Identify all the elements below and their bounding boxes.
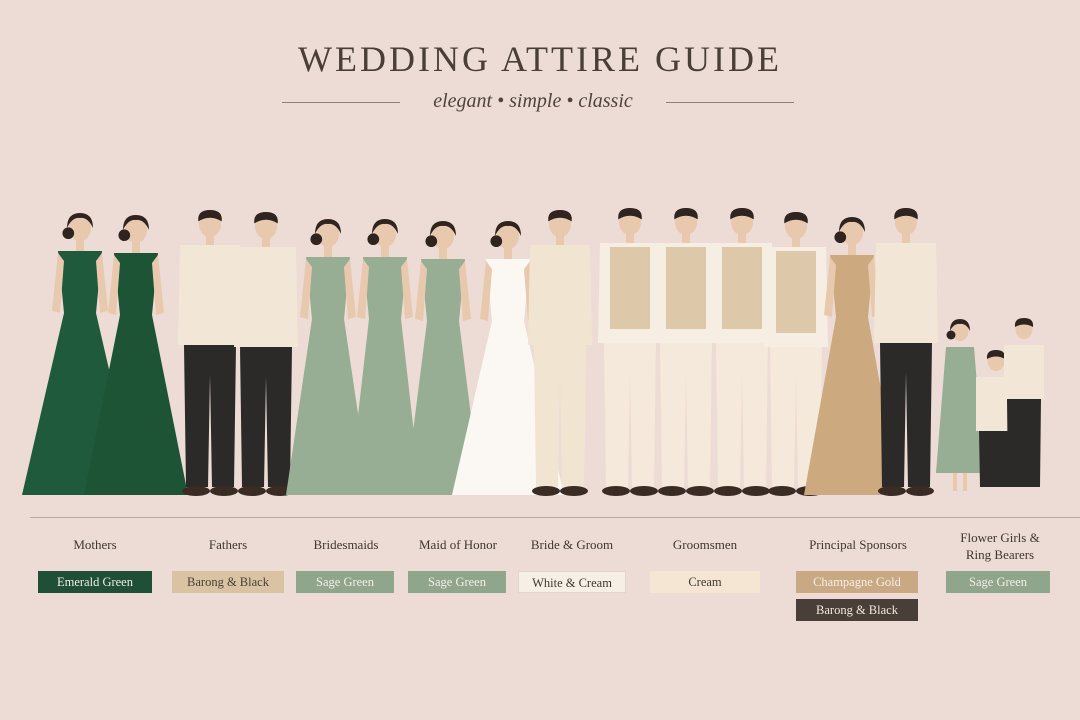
group-label-groomsmen: Groomsmen	[672, 537, 738, 552]
neck	[504, 247, 512, 261]
group-label-bridesmaids: Bridesmaids	[313, 537, 379, 552]
group-label-principal-sponsors: Principal Sponsors	[809, 537, 907, 552]
attire-illustration	[22, 208, 1044, 496]
shoe	[532, 486, 560, 496]
hair-bun	[310, 233, 323, 246]
arm	[480, 261, 492, 321]
hair-bun	[425, 235, 438, 248]
leg	[953, 473, 957, 491]
group-label-flower-girls-ring-bearers: Flower Girls & Ring Bearers	[940, 529, 1060, 563]
arm	[401, 259, 413, 319]
arm	[357, 259, 369, 319]
leg	[963, 473, 967, 491]
group-label-line: Ring Bearers	[965, 547, 1035, 562]
shoe	[714, 486, 742, 496]
group-label-mothers: Mothers	[73, 537, 117, 552]
neck	[132, 241, 140, 255]
swatch-cream: Cream	[650, 571, 760, 593]
vest	[666, 247, 706, 329]
vest	[776, 251, 816, 333]
shoe	[658, 486, 686, 496]
neck	[439, 247, 447, 261]
arm	[344, 259, 356, 319]
groomsman-trousers	[716, 343, 768, 487]
shoe	[768, 486, 796, 496]
hair-bun	[62, 227, 75, 240]
group-label-fathers: Fathers	[208, 537, 248, 552]
swatch-sage-green-flower-girls: Sage Green	[946, 571, 1050, 593]
arm	[415, 261, 427, 321]
hair-bun	[946, 330, 956, 340]
figures-divider	[30, 517, 1080, 518]
shoe	[560, 486, 588, 496]
subtitle-divider-left	[282, 102, 400, 103]
hair-bun	[118, 229, 131, 242]
groom-top	[528, 245, 592, 345]
arm	[96, 253, 108, 313]
page-title: WEDDING ATTIRE GUIDE	[298, 39, 782, 79]
shoe	[630, 486, 658, 496]
neck	[76, 239, 84, 253]
swatch-emerald-green: Emerald Green	[38, 571, 152, 593]
arm	[108, 255, 120, 315]
vest	[610, 247, 650, 329]
shoe	[602, 486, 630, 496]
arm	[300, 259, 312, 319]
groom-trousers	[534, 345, 586, 487]
swatch-sage-green-maid-of-honor: Sage Green	[408, 571, 506, 593]
group-label-line: Flower Girls &	[960, 530, 1040, 545]
swatch-champagne-gold: Champagne Gold	[796, 571, 918, 593]
ring-bearer-trousers	[1007, 399, 1041, 487]
shoe	[210, 486, 238, 496]
groomsman-trousers	[604, 343, 656, 487]
father-top	[178, 245, 242, 345]
arm	[459, 261, 471, 321]
father-top	[234, 247, 298, 347]
sponsor-trousers	[880, 343, 932, 487]
groomsman-trousers	[660, 343, 712, 487]
arm	[52, 253, 64, 313]
hair-bun	[490, 235, 503, 248]
father-trousers	[240, 347, 292, 487]
arm	[152, 255, 164, 315]
father-trousers	[184, 345, 236, 487]
shoe	[878, 486, 906, 496]
neck	[381, 245, 389, 259]
shoe	[906, 486, 934, 496]
hair-bun	[367, 233, 380, 246]
swatch-barong-black-fathers: Barong & Black	[172, 571, 284, 593]
neck	[848, 243, 856, 257]
vest	[722, 247, 762, 329]
sponsor-top	[874, 243, 938, 343]
subtitle-divider-right	[666, 102, 794, 103]
hair-bun	[834, 231, 847, 244]
swatch-barong-black-sponsors: Barong & Black	[796, 599, 918, 621]
shoe	[686, 486, 714, 496]
neck	[324, 245, 332, 259]
wedding-attire-guide: WEDDING ATTIRE GUIDE elegant • simple • …	[0, 0, 1080, 720]
shoe	[182, 486, 210, 496]
page-subtitle: elegant • simple • classic	[433, 90, 633, 112]
shoe	[742, 486, 770, 496]
swatch-white-cream: White & Cream	[518, 571, 626, 593]
shoe	[238, 486, 266, 496]
group-label-maid-of-honor: Maid of Honor	[419, 537, 497, 552]
swatch-sage-green-bridesmaids: Sage Green	[296, 571, 394, 593]
group-label-bride-and-groom: Bride & Groom	[530, 537, 614, 552]
ring-bearer-barong	[1004, 345, 1044, 399]
subtitle-row: elegant • simple • classic	[0, 90, 1080, 120]
